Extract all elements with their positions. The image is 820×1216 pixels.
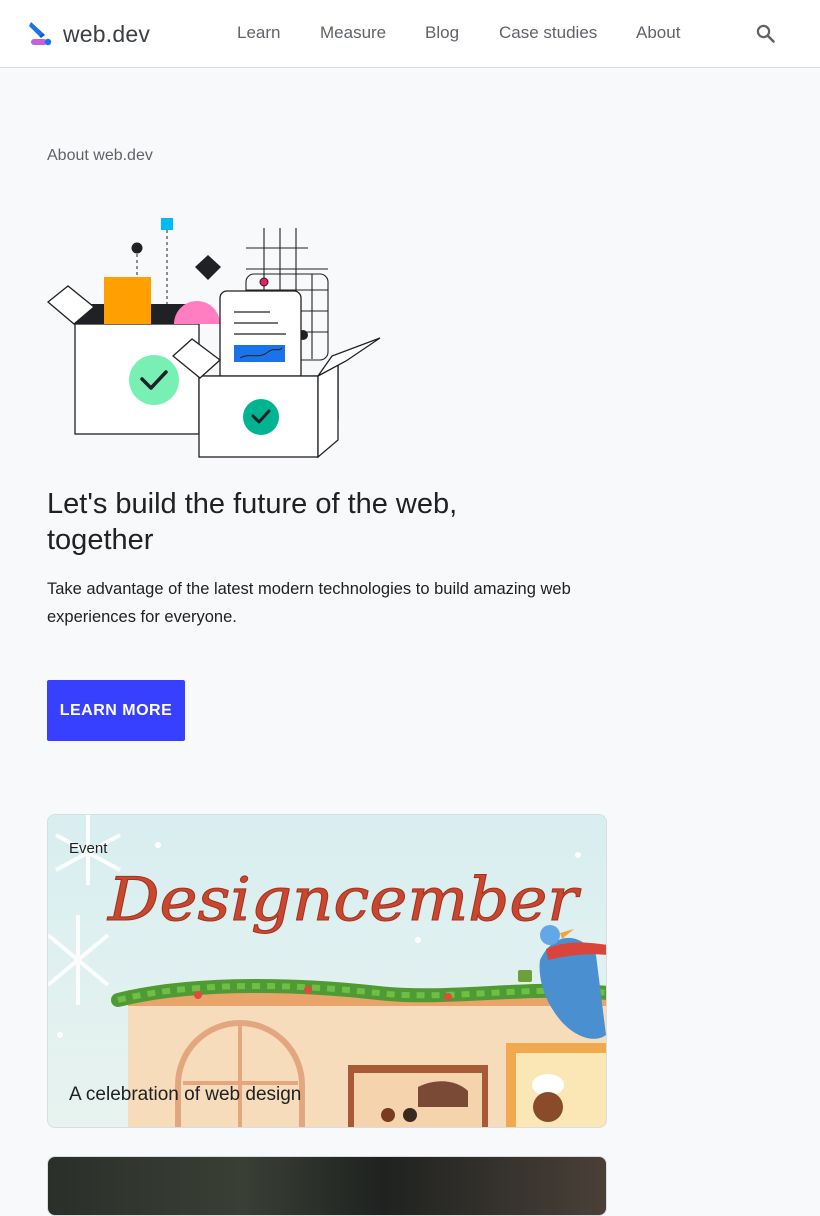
featured-card[interactable]: Designcember Event A celebration of web … <box>47 814 607 1128</box>
web-dev-logo-icon <box>29 22 52 46</box>
nav-blog[interactable]: Blog <box>425 22 459 44</box>
designcember-artwork: Designcember <box>48 815 606 1127</box>
logo-text: web.dev <box>63 20 151 47</box>
page-eyebrow: About web.dev <box>47 147 153 164</box>
hero-description: Take advantage of the latest modern tech… <box>47 580 571 626</box>
next-card[interactable] <box>47 1156 607 1216</box>
card-title: A celebration of web design <box>69 1084 302 1105</box>
nav-case-studies[interactable]: Case studies <box>499 22 597 44</box>
hero-illustration <box>46 218 381 459</box>
hero-title: Let's build the future of the web, toget… <box>47 488 458 556</box>
nav-measure[interactable]: Measure <box>320 22 386 44</box>
logo-link[interactable]: web.dev <box>28 18 150 50</box>
card-tag: Event <box>69 840 108 857</box>
search-button[interactable] <box>752 20 780 48</box>
nav-learn[interactable]: Learn <box>237 22 280 44</box>
learn-more-button[interactable]: LEARN MORE <box>47 680 185 741</box>
svg-text:Designcember: Designcember <box>107 865 582 935</box>
search-icon <box>756 24 775 43</box>
site-header: web.dev Learn Measure Blog Case studies … <box>0 0 820 68</box>
nav-about[interactable]: About <box>636 22 680 44</box>
